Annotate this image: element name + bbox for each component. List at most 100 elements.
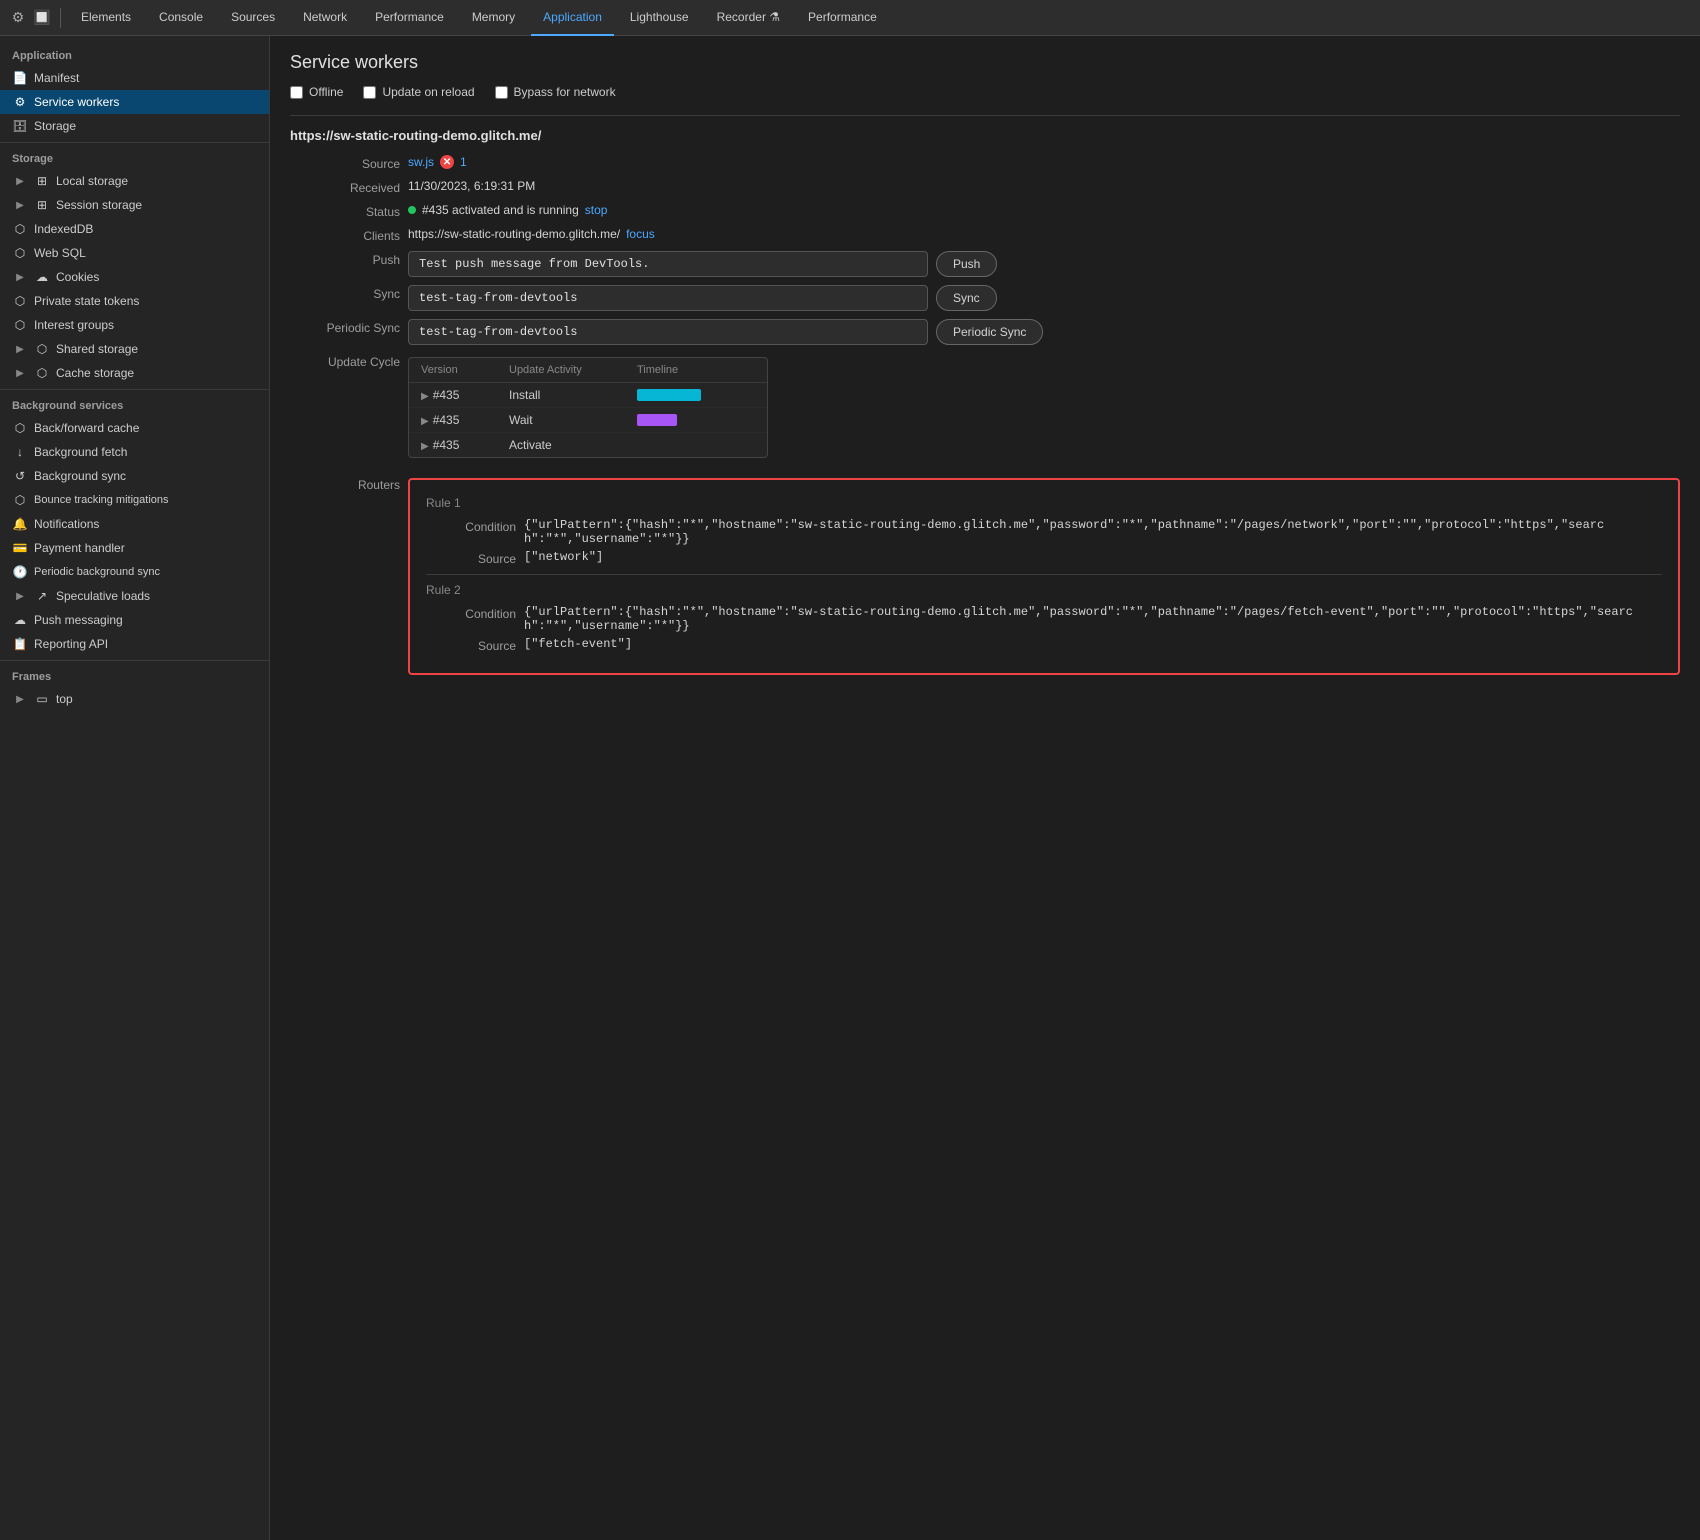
speculative-icon: ↗ [34, 588, 50, 604]
rule1-header: Rule 1 [426, 496, 1662, 510]
sidebar-item-local-storage[interactable]: ▶ ⊞ Local storage [0, 169, 269, 193]
clients-row: Clients https://sw-static-routing-demo.g… [290, 227, 1680, 243]
sidebar-item-notifications[interactable]: 🔔 Notifications [0, 512, 269, 536]
rule2-condition-value: {"urlPattern":{"hash":"*","hostname":"sw… [524, 605, 1662, 633]
inspect-icon[interactable]: 🔲 [32, 8, 52, 28]
update-cycle-row: Update Cycle Version Update Activity Tim… [290, 353, 1680, 458]
application-section-header: Application [0, 44, 269, 66]
rule1-condition-label: Condition [426, 518, 516, 546]
content-divider [290, 115, 1680, 116]
notifications-icon: 🔔 [12, 516, 28, 532]
activity-wait: Wait [509, 413, 629, 427]
update-on-reload-checkbox-label[interactable]: Update on reload [363, 85, 474, 99]
update-on-reload-label: Update on reload [382, 85, 474, 99]
stop-link[interactable]: stop [585, 203, 608, 217]
col-update-activity: Update Activity [509, 364, 629, 376]
sidebar-item-bg-sync[interactable]: ↺ Background sync [0, 464, 269, 488]
offline-checkbox[interactable] [290, 86, 303, 99]
sidebar-item-private-state-tokens[interactable]: ⬡ Private state tokens [0, 289, 269, 313]
version-3: ▶#435 [421, 438, 501, 452]
update-on-reload-checkbox[interactable] [363, 86, 376, 99]
top-frame-icon: ▭ [34, 691, 50, 707]
status-row: Status #435 activated and is running sto… [290, 203, 1680, 219]
tab-recorder[interactable]: Recorder ⚗ [705, 0, 792, 36]
bypass-checkbox-label[interactable]: Bypass for network [495, 85, 616, 99]
interest-groups-label: Interest groups [34, 318, 114, 332]
push-button[interactable]: Push [936, 251, 997, 277]
tab-sources[interactable]: Sources [219, 0, 287, 36]
offline-checkbox-label[interactable]: Offline [290, 85, 343, 99]
sidebar-item-speculative[interactable]: ▶ ↗ Speculative loads [0, 584, 269, 608]
rule2-source-label: Source [426, 637, 516, 653]
source-link[interactable]: sw.js [408, 155, 434, 169]
back-forward-icon: ⬡ [12, 420, 28, 436]
tab-lighthouse[interactable]: Lighthouse [618, 0, 701, 36]
sidebar-item-cookies[interactable]: ▶ ☁ Cookies [0, 265, 269, 289]
tab-performance[interactable]: Performance [363, 0, 456, 36]
sidebar-item-manifest[interactable]: 📄 Manifest [0, 66, 269, 90]
session-storage-label: Session storage [56, 198, 142, 212]
sidebar-item-indexeddb[interactable]: ⬡ IndexedDB [0, 217, 269, 241]
tab-memory[interactable]: Memory [460, 0, 527, 36]
sync-input[interactable] [408, 285, 928, 311]
push-input[interactable] [408, 251, 928, 277]
cookies-label: Cookies [56, 270, 99, 284]
periodic-sync-button[interactable]: Periodic Sync [936, 319, 1043, 345]
sidebar-item-service-workers[interactable]: ⚙ Service workers [0, 90, 269, 114]
sidebar-item-shared-storage[interactable]: ▶ ⬡ Shared storage [0, 337, 269, 361]
focus-link[interactable]: focus [626, 227, 655, 241]
bg-fetch-icon: ↓ [12, 444, 28, 460]
storage-section-header: Storage [0, 147, 269, 169]
sidebar-item-push-messaging[interactable]: ☁ Push messaging [0, 608, 269, 632]
checkboxes-row: Offline Update on reload Bypass for netw… [290, 85, 1680, 99]
top-toolbar: ⚙ 🔲 Elements Console Sources Network Per… [0, 0, 1700, 36]
sidebar-item-storage[interactable]: 🗄 Storage [0, 114, 269, 138]
routers-section: Rule 1 Condition {"urlPattern":{"hash":"… [408, 478, 1680, 675]
rule2-header: Rule 2 [426, 583, 1662, 597]
payment-handler-icon: 💳 [12, 540, 28, 556]
sidebar-item-cache-storage[interactable]: ▶ ⬡ Cache storage [0, 361, 269, 385]
sidebar-item-payment-handler[interactable]: 💳 Payment handler [0, 536, 269, 560]
sidebar-item-bounce-tracking[interactable]: ⬡ Bounce tracking mitigations [0, 488, 269, 512]
bypass-label: Bypass for network [514, 85, 616, 99]
sidebar: Application 📄 Manifest ⚙ Service workers… [0, 36, 270, 1540]
periodic-sync-input[interactable] [408, 319, 928, 345]
sidebar-item-session-storage[interactable]: ▶ ⊞ Session storage [0, 193, 269, 217]
tab-elements[interactable]: Elements [69, 0, 143, 36]
bypass-checkbox[interactable] [495, 86, 508, 99]
local-storage-icon: ⊞ [34, 173, 50, 189]
sidebar-item-interest-groups[interactable]: ⬡ Interest groups [0, 313, 269, 337]
frames-section-header: Frames [0, 665, 269, 687]
rule-divider [426, 574, 1662, 575]
tab-console[interactable]: Console [147, 0, 215, 36]
sidebar-item-bg-fetch[interactable]: ↓ Background fetch [0, 440, 269, 464]
web-sql-label: Web SQL [34, 246, 86, 260]
col-timeline: Timeline [637, 364, 755, 376]
tab-performance2[interactable]: Performance [796, 0, 889, 36]
sidebar-item-top-frame[interactable]: ▶ ▭ top [0, 687, 269, 711]
devtools-icon[interactable]: ⚙ [8, 8, 28, 28]
top-frame-arrow: ▶ [12, 691, 28, 707]
sidebar-item-web-sql[interactable]: ⬡ Web SQL [0, 241, 269, 265]
back-forward-label: Back/forward cache [34, 421, 139, 435]
clients-value: https://sw-static-routing-demo.glitch.me… [408, 227, 1680, 241]
sync-row: Sync Sync [290, 285, 1680, 311]
tab-network[interactable]: Network [291, 0, 359, 36]
sidebar-item-periodic-bg-sync[interactable]: 🕐 Periodic background sync [0, 560, 269, 584]
source-error-num[interactable]: 1 [460, 155, 467, 169]
received-row: Received 11/30/2023, 6:19:31 PM [290, 179, 1680, 195]
sidebar-item-back-forward[interactable]: ⬡ Back/forward cache [0, 416, 269, 440]
sync-button[interactable]: Sync [936, 285, 997, 311]
section-divider-3 [0, 660, 269, 661]
private-state-icon: ⬡ [12, 293, 28, 309]
sidebar-item-reporting[interactable]: 📋 Reporting API [0, 632, 269, 656]
update-cycle-label: Update Cycle [290, 353, 400, 369]
tab-application[interactable]: Application [531, 0, 614, 36]
bg-fetch-label: Background fetch [34, 445, 127, 459]
sync-input-row: Sync [408, 285, 1680, 311]
rule2-condition-label: Condition [426, 605, 516, 633]
update-cycle-header: Version Update Activity Timeline [409, 358, 767, 383]
cookies-arrow: ▶ [12, 269, 28, 285]
indexeddb-label: IndexedDB [34, 222, 93, 236]
shared-storage-arrow: ▶ [12, 341, 28, 357]
